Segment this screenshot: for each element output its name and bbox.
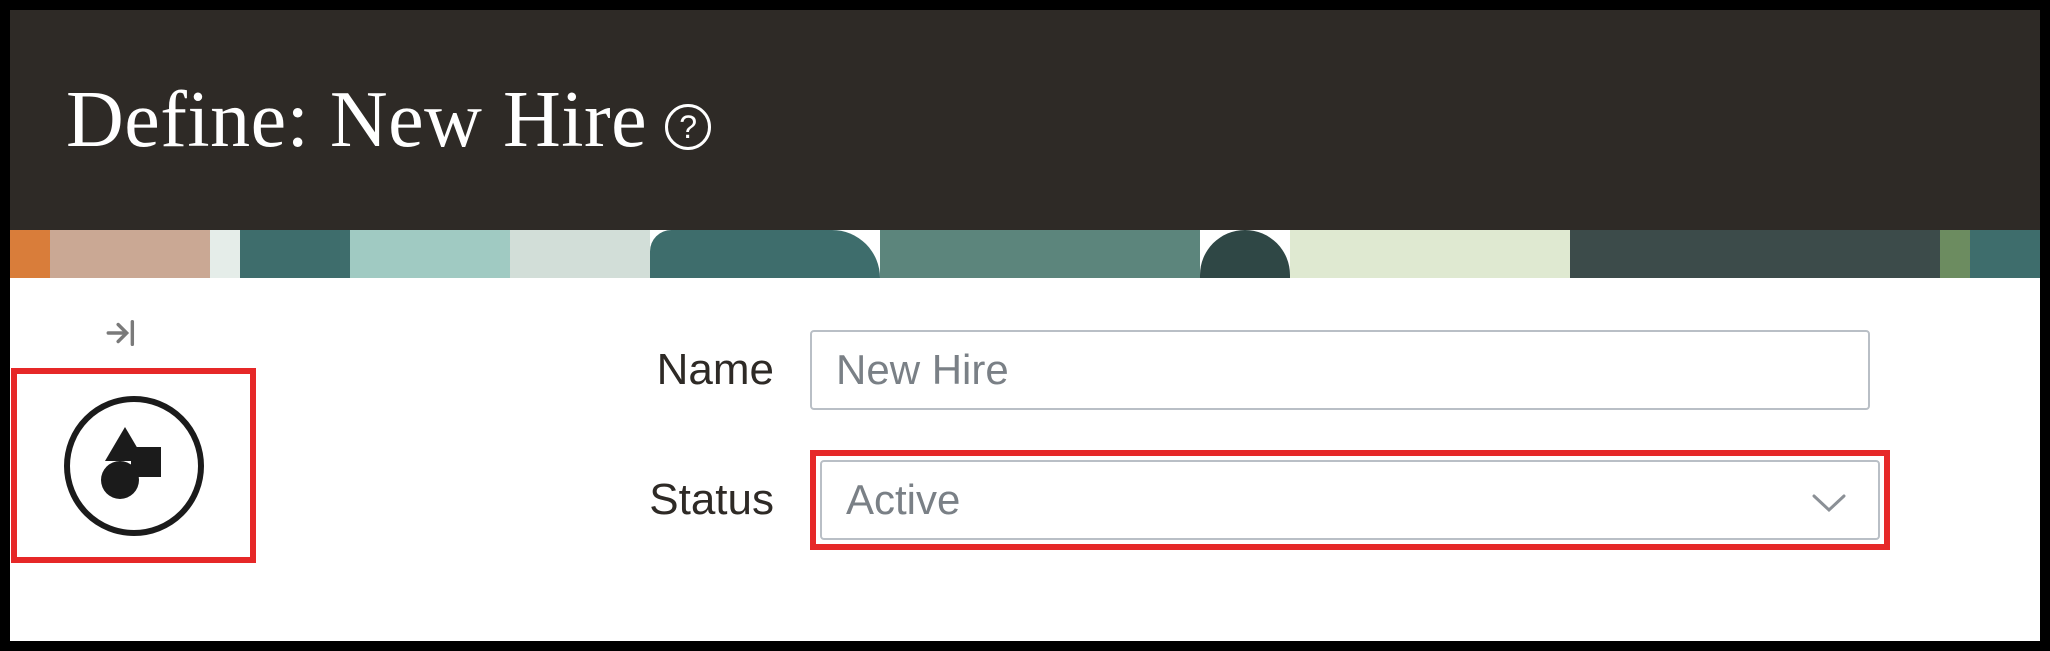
define-form: Name New Hire Status Active bbox=[590, 330, 2000, 550]
collapse-sidebar-button[interactable] bbox=[98, 314, 144, 352]
name-value: New Hire bbox=[836, 346, 1009, 394]
page-title: Define: New Hire bbox=[66, 75, 647, 166]
shapes-badge-highlight bbox=[11, 368, 256, 563]
chevron-down-icon bbox=[1810, 476, 1848, 524]
help-glyph: ? bbox=[679, 109, 697, 146]
page-header: Define: New Hire ? bbox=[10, 10, 2040, 230]
app-frame: Define: New Hire ? bbox=[0, 0, 2050, 651]
name-label: Name bbox=[590, 345, 810, 395]
content-area: Name New Hire Status Active bbox=[10, 278, 2040, 550]
name-input[interactable]: New Hire bbox=[810, 330, 1870, 410]
collapse-sidebar-icon bbox=[104, 316, 138, 350]
decorative-banner bbox=[10, 230, 2040, 278]
shapes-badge-button[interactable] bbox=[64, 396, 204, 536]
name-row: Name New Hire bbox=[590, 330, 2000, 410]
status-value: Active bbox=[846, 476, 960, 524]
help-icon[interactable]: ? bbox=[665, 104, 711, 150]
status-select[interactable]: Active bbox=[820, 460, 1880, 540]
status-highlight: Active bbox=[810, 450, 1890, 550]
status-row: Status Active bbox=[590, 450, 2000, 550]
shapes-icon bbox=[99, 431, 169, 501]
status-label: Status bbox=[590, 475, 810, 525]
